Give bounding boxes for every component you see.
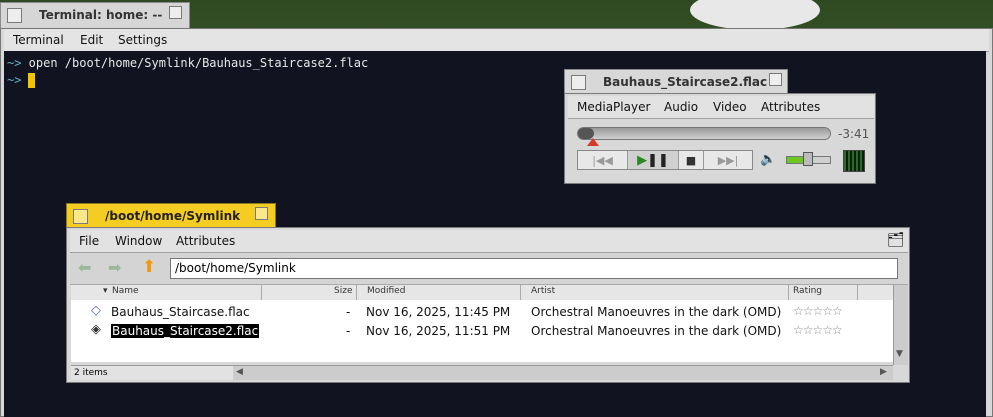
menu-audio[interactable]: Audio: [664, 100, 698, 114]
terminal-line: ~>: [7, 73, 21, 87]
peak-meter: [843, 150, 865, 172]
mediaplayer-menubar: MediaPlayer Audio Video Attributes: [568, 96, 874, 119]
text-cursor: [28, 73, 35, 88]
menu-window[interactable]: Window: [115, 234, 162, 248]
file-name: Bauhaus_Staircase2.flac: [111, 324, 260, 338]
tracker-title-tab[interactable]: /boot/home/Symlink: [66, 203, 276, 227]
column-header: ▾ Name Size Modified Artist Rating: [71, 285, 893, 301]
back-arrow-icon[interactable]: ⬅: [78, 258, 91, 277]
column-rating[interactable]: Rating: [793, 286, 822, 296]
play-pause-button[interactable]: ▶❚❚: [628, 151, 679, 169]
audio-file-icon: ◈: [91, 322, 101, 337]
zoom-icon[interactable]: [255, 207, 268, 220]
menu-settings[interactable]: Settings: [118, 33, 167, 47]
mediaplayer-title-tab[interactable]: Bauhaus_Staircase2.flac: [564, 69, 788, 93]
skip-back-icon: |◀◀: [592, 153, 613, 167]
close-icon[interactable]: [571, 75, 586, 90]
play-pause-icon: ▶❚❚: [637, 152, 669, 168]
zoom-icon[interactable]: [769, 73, 782, 86]
column-name[interactable]: Name: [112, 286, 139, 296]
column-modified[interactable]: Modified: [367, 286, 405, 296]
position-marker-icon: [587, 138, 599, 146]
seek-slider[interactable]: [577, 127, 831, 140]
volume-thumb[interactable]: [803, 152, 813, 166]
terminal-line: ~> open /boot/home/Symlink/Bauhaus_Stair…: [7, 56, 368, 70]
column-artist[interactable]: Artist: [531, 286, 555, 296]
time-remaining: -3:41: [838, 127, 870, 141]
command-text: open /boot/home/Symlink/Bauhaus_Staircas…: [21, 56, 369, 70]
file-size: -: [346, 324, 351, 338]
file-name: Bauhaus_Staircase.flac: [111, 305, 250, 319]
tracker-icon[interactable]: 🗂: [887, 232, 905, 248]
prompt: ~>: [7, 73, 22, 87]
menu-terminal[interactable]: Terminal: [13, 33, 64, 47]
prompt: ~>: [7, 56, 22, 70]
menu-file[interactable]: File: [79, 234, 99, 248]
menu-attributes[interactable]: Attributes: [761, 100, 820, 114]
close-icon[interactable]: [7, 8, 22, 23]
sort-indicator-icon: ▾: [103, 286, 108, 296]
skip-back-button[interactable]: |◀◀: [578, 151, 628, 169]
file-artist: Orchestral Manoeuvres in the dark (OMD): [531, 305, 782, 319]
menu-edit[interactable]: Edit: [80, 33, 103, 47]
vertical-scrollbar[interactable]: ▼: [893, 285, 908, 365]
stop-icon: ■: [685, 153, 697, 167]
zoom-icon[interactable]: [169, 6, 182, 19]
stop-button[interactable]: ■: [679, 151, 704, 169]
forward-arrow-icon[interactable]: ➡: [108, 258, 121, 277]
skip-forward-icon: ▶▶|: [717, 153, 739, 167]
tracker-menubar: File Window Attributes 🗂: [70, 230, 908, 253]
audio-file-icon: ◇: [91, 303, 101, 318]
close-icon[interactable]: [73, 209, 88, 224]
skip-forward-button[interactable]: ▶▶|: [704, 151, 752, 169]
transport-controls: |◀◀ ▶❚❚ ■ ▶▶|: [577, 150, 753, 170]
list-item[interactable]: ◈ Bauhaus_Staircase2.flac - Nov 16, 2025…: [71, 321, 893, 340]
column-size[interactable]: Size: [334, 286, 352, 296]
list-item[interactable]: ◇ Bauhaus_Staircase.flac - Nov 16, 2025,…: [71, 302, 893, 321]
file-list: ◇ Bauhaus_Staircase.flac - Nov 16, 2025,…: [71, 300, 893, 362]
tracker-title: /boot/home/Symlink: [105, 209, 241, 223]
status-count: 2 items: [71, 365, 248, 380]
up-arrow-icon[interactable]: ⬆: [142, 257, 156, 277]
terminal-menubar: Terminal Edit Settings: [4, 29, 989, 52]
menu-mediaplayer[interactable]: MediaPlayer: [577, 100, 650, 114]
file-modified: Nov 16, 2025, 11:45 PM: [366, 305, 511, 319]
file-rating[interactable]: ☆☆☆☆☆: [793, 304, 843, 318]
menu-video[interactable]: Video: [713, 100, 747, 114]
scroll-right-icon[interactable]: ▶: [880, 367, 887, 377]
file-artist: Orchestral Manoeuvres in the dark (OMD): [531, 324, 782, 338]
mediaplayer-title: Bauhaus_Staircase2.flac: [603, 75, 768, 89]
file-modified: Nov 16, 2025, 11:51 PM: [366, 324, 511, 338]
speaker-icon[interactable]: 🔈: [760, 152, 776, 167]
scroll-down-icon[interactable]: ▼: [896, 349, 903, 359]
horizontal-scrollbar[interactable]: ◀ ▶: [233, 365, 893, 380]
file-rating[interactable]: ☆☆☆☆☆: [793, 323, 843, 337]
terminal-title: Terminal: home: --: [39, 8, 163, 22]
menu-attributes[interactable]: Attributes: [176, 234, 235, 248]
path-input[interactable]: /boot/home/Symlink: [170, 258, 898, 279]
scroll-left-icon[interactable]: ◀: [236, 367, 243, 377]
terminal-title-tab[interactable]: Terminal: home: --: [0, 2, 190, 28]
file-size: -: [346, 305, 351, 319]
